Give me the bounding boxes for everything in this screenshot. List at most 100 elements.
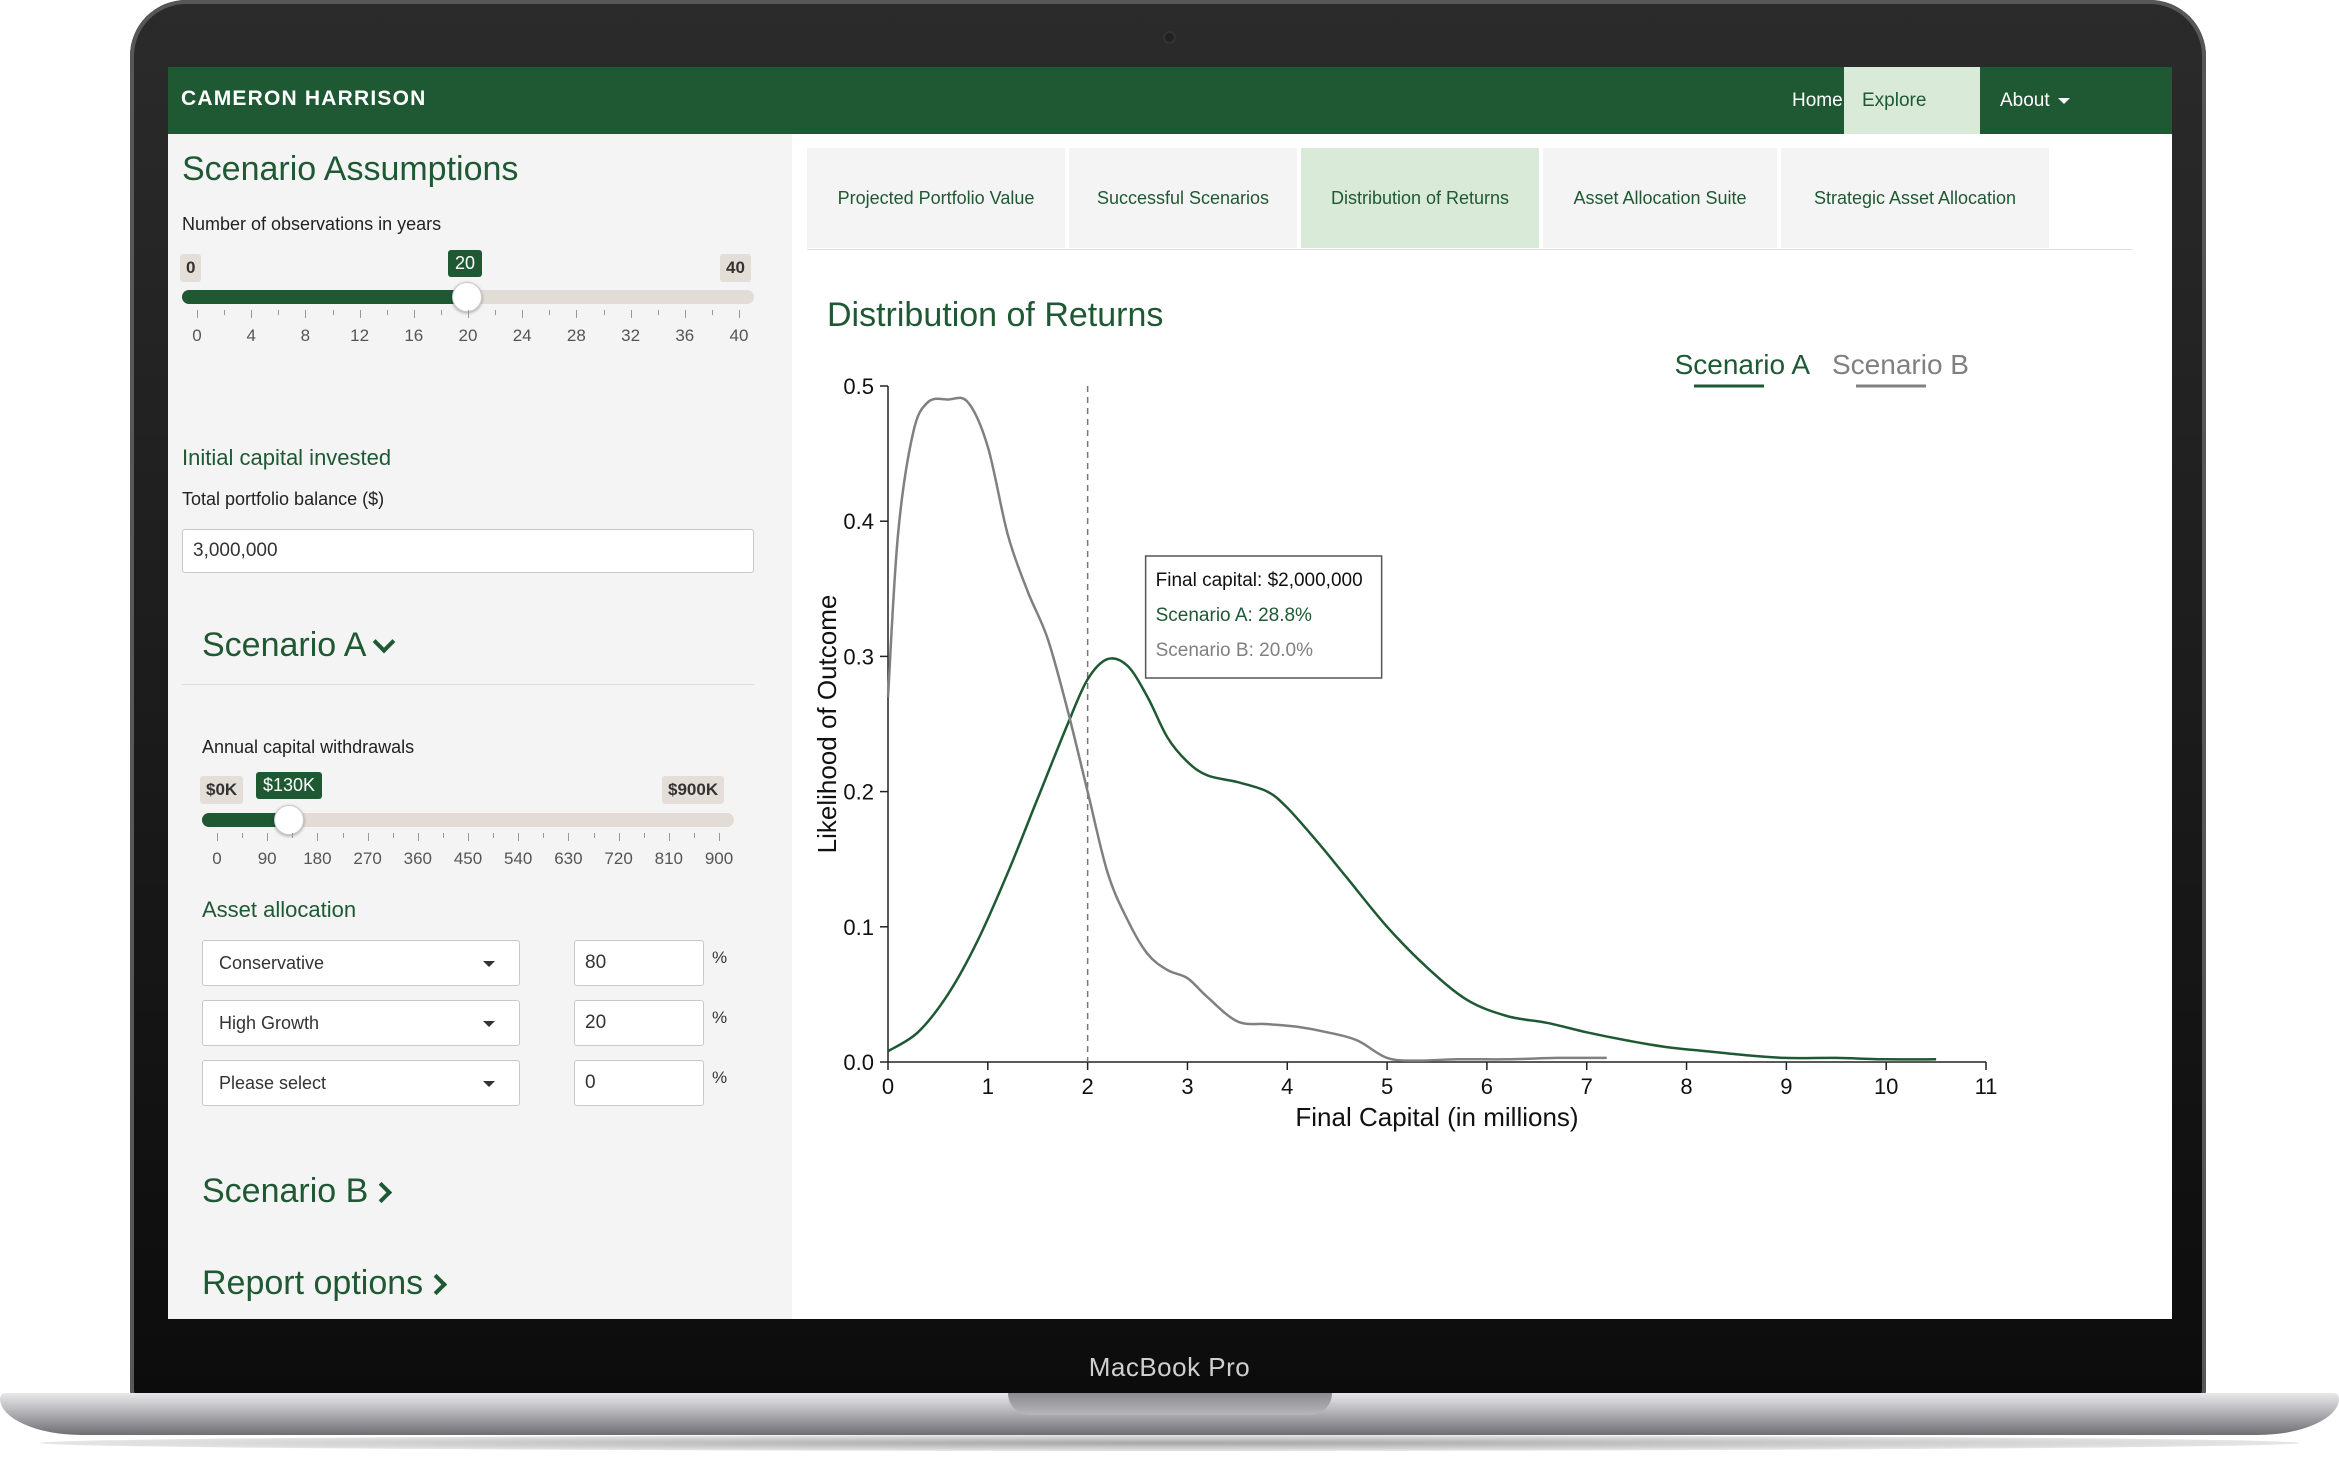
laptop-mockup: MacBook Pro CAMERON HARRISON Home Explor…	[0, 0, 2339, 1471]
tab-label: Distribution of Returns	[1330, 187, 1510, 208]
report-options-title: Report options	[202, 1264, 424, 1302]
allocation-option-1: Conservative	[219, 952, 325, 973]
slider-tick-mark	[684, 310, 686, 318]
percent-sign: %	[712, 1068, 728, 1087]
tab-projected-portfolio-value[interactable]: Projected Portfolio Value	[807, 148, 1065, 248]
caret-down-icon	[483, 1081, 495, 1087]
nav-about-dropdown[interactable]: About	[1980, 67, 2090, 134]
withdrawals-value: $130K	[256, 772, 323, 799]
slider-tick-mark	[392, 833, 394, 838]
allocation-percent-1[interactable]: 80	[574, 940, 704, 986]
slider-tick-mark	[711, 310, 713, 315]
tab-successful-scenarios[interactable]: Successful Scenarios	[1069, 148, 1297, 248]
tab-distribution-of-returns[interactable]: Distribution of Returns	[1301, 148, 1539, 248]
report-options-toggle[interactable]: Report options	[202, 1264, 448, 1303]
tooltip-scenario-a: Scenario A: 28.8%	[1156, 605, 1312, 626]
laptop-notch	[1008, 1393, 1332, 1415]
withdrawals-ticks: 0 90 180 270 360 450 540 630 720 810 900	[212, 833, 733, 868]
years-slider-handle[interactable]	[452, 282, 482, 312]
y-tick-label: 0.1	[843, 915, 874, 940]
x-tick-label: 5	[1381, 1074, 1393, 1099]
slider-tick-mark	[719, 833, 720, 841]
years-label: Number of observations in years	[182, 214, 442, 234]
tab-asset-allocation-suite[interactable]: Asset Allocation Suite	[1543, 148, 1777, 248]
device-label: MacBook Pro	[1088, 1352, 1251, 1382]
allocation-select-2[interactable]: High Growth	[202, 1000, 520, 1046]
slider-tick-mark	[468, 833, 469, 841]
slider-tick-mark	[305, 310, 307, 318]
nav-explore-allocation[interactable]: Explore Allocation	[1844, 67, 1980, 178]
slider-tick-mark	[359, 310, 361, 318]
withdrawals-min: $0K	[200, 776, 244, 804]
portfolio-balance-value: 3,000,000	[193, 540, 278, 561]
allocation-percent-3[interactable]: 0	[574, 1060, 704, 1106]
slider-tick-mark	[224, 310, 226, 315]
slider-tick-label: 900	[704, 849, 734, 868]
slider-tick-mark	[413, 310, 415, 318]
caret-down-icon	[483, 961, 495, 967]
legend-scenario-b: Scenario B	[1832, 349, 1969, 380]
percent-sign: %	[712, 1008, 728, 1027]
slider-tick-mark	[386, 310, 388, 315]
slider-tick-mark	[518, 833, 520, 841]
allocation-percent-1-value: 80	[585, 952, 607, 973]
years-max: 40	[720, 254, 751, 282]
slider-tick-mark	[657, 310, 659, 315]
x-tick-label: 7	[1581, 1074, 1593, 1099]
x-tick-label: 8	[1680, 1074, 1692, 1099]
x-tick-label: 1	[982, 1074, 994, 1099]
x-tick-label: 4	[1281, 1074, 1293, 1099]
slider-tick-mark	[603, 310, 605, 315]
brand-logo[interactable]: CAMERON HARRISON	[181, 87, 427, 111]
divider	[182, 684, 754, 685]
tooltip-title: Final capital: $2,000,000	[1156, 570, 1363, 591]
allocation-option-3: Please select	[219, 1072, 327, 1093]
x-tick-label: 6	[1481, 1074, 1493, 1099]
legend-scenario-a: Scenario A	[1675, 349, 1811, 380]
x-tick-label: 0	[882, 1074, 894, 1099]
x-tick-label: 11	[1975, 1074, 1998, 1099]
laptop-shadow	[40, 1435, 2299, 1451]
allocation-percent-2-value: 20	[585, 1012, 607, 1033]
percent-sign: %	[712, 948, 728, 967]
scenario-b-toggle[interactable]: Scenario B	[202, 1172, 393, 1211]
slider-tick-label: 4	[246, 326, 256, 345]
allocation-select-3[interactable]: Please select	[202, 1060, 520, 1106]
years-slider-fill	[182, 290, 469, 304]
slider-tick-mark	[739, 310, 740, 318]
distribution-chart: 0.0 0.1 0.2 0.3 0.4 0.5 0 1 2 3 4 5 6 7 8 9 10 11 Final Ca…	[812, 349, 1998, 1132]
slider-tick-mark	[543, 833, 545, 838]
slider-tick-label: 360	[403, 849, 432, 868]
portfolio-balance-input[interactable]: 3,000,000	[182, 529, 754, 573]
scenario-a-toggle[interactable]: Scenario A	[202, 626, 396, 665]
tab-label: Projected Portfolio Value	[837, 187, 1035, 208]
y-tick-label: 0.5	[843, 374, 874, 399]
slider-tick-label: 180	[303, 849, 332, 868]
sidebar-title: Scenario Assumptions	[182, 150, 519, 188]
nav-about-label: About	[2000, 90, 2050, 111]
chevron-right-icon	[371, 1181, 393, 1204]
slider-tick-label: 810	[654, 849, 683, 868]
tab-strategic-asset-allocation[interactable]: Strategic Asset Allocation	[1781, 148, 2049, 248]
slider-tick-mark	[643, 833, 645, 838]
withdrawals-slider-handle[interactable]	[274, 805, 304, 835]
slider-tick-mark	[317, 833, 319, 841]
slider-tick-label: 36	[675, 326, 695, 345]
slider-tick-mark	[292, 833, 294, 838]
slider-tick-label: 16	[404, 326, 424, 345]
tooltip-scenario-b: Scenario B: 20.0%	[1156, 640, 1313, 661]
slider-tick-label: 270	[353, 849, 382, 868]
withdrawals-label: Annual capital withdrawals	[202, 737, 415, 757]
capital-heading: Initial capital invested	[182, 445, 392, 470]
slider-tick-mark	[593, 833, 595, 838]
y-tick-label: 0.0	[843, 1050, 874, 1075]
slider-tick-mark	[693, 833, 695, 838]
slider-tick-label: 8	[300, 326, 311, 345]
x-axis-label: Final Capital (in millions)	[1295, 1102, 1578, 1132]
allocation-select-1[interactable]: Conservative	[202, 940, 520, 986]
slider-tick-mark	[568, 833, 570, 841]
allocation-percent-2[interactable]: 20	[574, 1000, 704, 1046]
chevron-right-icon	[426, 1273, 448, 1296]
allocation-option-2: High Growth	[219, 1012, 320, 1033]
tab-label: Asset Allocation Suite	[1573, 187, 1747, 208]
